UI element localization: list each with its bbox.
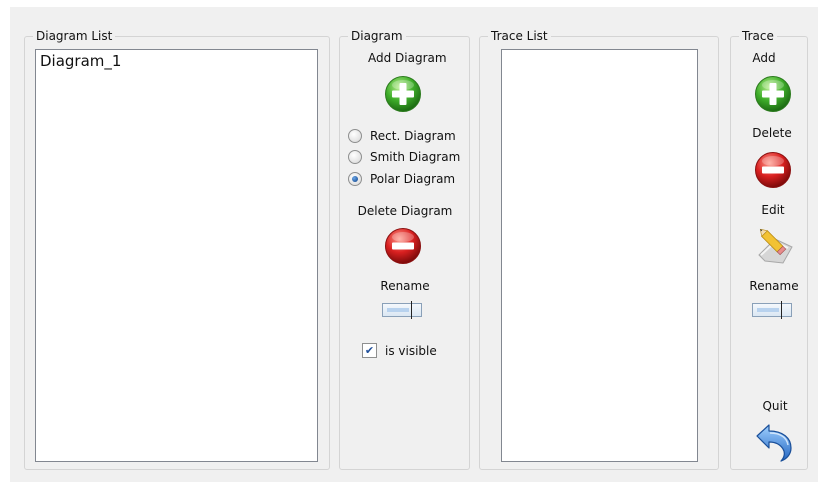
trace-group: Trace Add Delete Edit Rename Quit xyxy=(730,28,808,470)
radio-rect-label: Rect. Diagram xyxy=(370,129,456,143)
diagram-group-title: Diagram xyxy=(348,28,406,44)
radio-polar-diagram[interactable]: Polar Diagram xyxy=(348,169,455,189)
delete-trace-button[interactable] xyxy=(754,151,792,189)
add-trace-button[interactable] xyxy=(754,75,792,113)
radio-rect-diagram[interactable]: Rect. Diagram xyxy=(348,126,456,146)
trace-rename-label: Rename xyxy=(749,279,799,293)
trace-list-title: Trace List xyxy=(488,28,551,44)
radio-smith-diagram[interactable]: Smith Diagram xyxy=(348,147,460,167)
diagram-rename-label: Rename xyxy=(380,279,430,293)
delete-diagram-button[interactable] xyxy=(384,227,422,265)
radio-smith-indicator[interactable] xyxy=(348,150,362,164)
is-visible-checkbox-row[interactable]: ✔ is visible xyxy=(362,343,437,358)
diagram-list-title: Diagram List xyxy=(33,28,116,44)
radio-smith-label: Smith Diagram xyxy=(370,150,461,164)
edit-trace-button[interactable] xyxy=(755,225,795,265)
trace-delete-label: Delete xyxy=(752,126,792,140)
trace-edit-label: Edit xyxy=(761,203,785,217)
is-visible-label: is visible xyxy=(385,343,437,358)
quit-label: Quit xyxy=(762,399,788,413)
delete-diagram-label: Delete Diagram xyxy=(357,204,453,218)
radio-polar-label: Polar Diagram xyxy=(370,172,456,186)
add-diagram-label: Add Diagram xyxy=(368,51,447,65)
trace-listbox[interactable] xyxy=(501,49,698,462)
add-diagram-button[interactable] xyxy=(384,75,422,113)
quit-button[interactable] xyxy=(753,422,795,462)
trace-rename-field[interactable] xyxy=(752,301,792,319)
app-window: Diagram List Diagram_1 Diagram Add Diagr… xyxy=(10,7,818,482)
radio-rect-indicator[interactable] xyxy=(348,129,362,143)
radio-polar-indicator[interactable] xyxy=(348,172,362,186)
diagram-list-item[interactable]: Diagram_1 xyxy=(36,50,317,72)
trace-group-title: Trace xyxy=(739,28,777,44)
trace-list-group: Trace List xyxy=(479,28,719,470)
diagram-rename-field[interactable] xyxy=(382,301,422,319)
is-visible-checkbox[interactable]: ✔ xyxy=(362,343,377,358)
diagram-listbox[interactable]: Diagram_1 xyxy=(35,49,318,462)
trace-add-label: Add xyxy=(752,51,776,65)
diagram-group: Diagram Add Diagram Rect. Diagram Smith … xyxy=(339,28,470,470)
diagram-list-group: Diagram List Diagram_1 xyxy=(24,28,330,470)
